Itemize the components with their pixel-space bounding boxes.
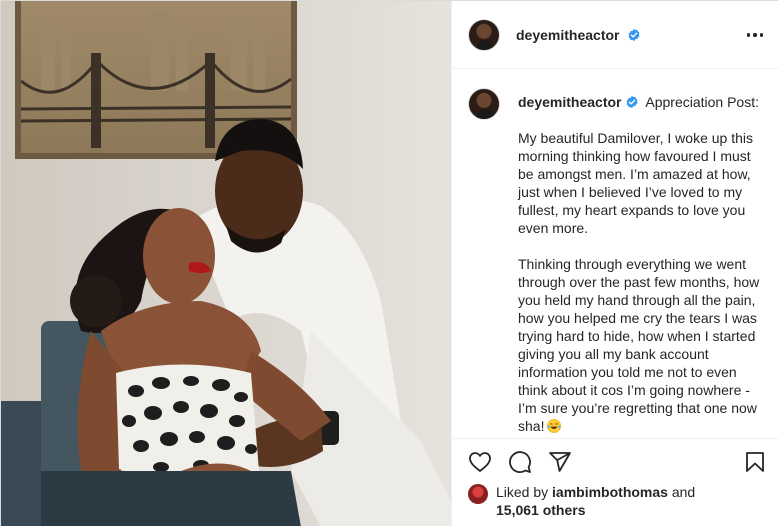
- share-button[interactable]: [540, 442, 580, 482]
- like-button[interactable]: [460, 442, 500, 482]
- post-actions: [452, 438, 778, 484]
- comment-icon: [509, 450, 531, 473]
- caption-head: deyemitheactor Appreciation Post:: [518, 93, 760, 111]
- laughing-tears-emoji: [547, 419, 562, 433]
- caption-title: Appreciation Post:: [645, 94, 759, 110]
- heart-icon: [469, 451, 491, 472]
- caption-paragraph-2-text: Thinking through everything we went thro…: [518, 256, 760, 434]
- likes-connector: and: [671, 484, 696, 500]
- save-button[interactable]: [735, 442, 775, 482]
- post-side-panel: deyemitheactor deyemitheactor Appreciati…: [451, 1, 778, 526]
- liker-avatar[interactable]: [468, 484, 488, 504]
- share-icon: [549, 451, 571, 472]
- likes-others-count[interactable]: 15,061 others: [496, 502, 586, 518]
- more-options-icon[interactable]: [743, 23, 767, 47]
- comments-section[interactable]: deyemitheactor Appreciation Post: My bea…: [452, 70, 778, 438]
- author-username[interactable]: deyemitheactor: [516, 27, 641, 43]
- caption-paragraph-2: Thinking through everything we went thro…: [518, 255, 760, 435]
- likes-text: Liked by iambimbothomas and 15,061 other…: [496, 483, 695, 519]
- liker-username[interactable]: iambimbothomas: [552, 484, 668, 500]
- caption-body: deyemitheactor Appreciation Post: My bea…: [518, 86, 760, 435]
- post-header: deyemitheactor: [452, 1, 778, 69]
- author-username-text[interactable]: deyemitheactor: [516, 27, 619, 43]
- author-avatar[interactable]: [468, 18, 500, 51]
- caption-author-avatar[interactable]: [468, 88, 500, 120]
- caption-author-username[interactable]: deyemitheactor: [518, 94, 621, 110]
- likes-prefix: Liked by: [496, 484, 549, 500]
- likes-summary: Liked by iambimbothomas and 15,061 other…: [468, 483, 768, 519]
- caption-paragraph-1: My beautiful Damilover, I woke up this m…: [518, 130, 753, 236]
- verified-badge-icon: [628, 28, 640, 41]
- instagram-post: deyemitheactor deyemitheactor Appreciati…: [0, 0, 778, 526]
- comment-button[interactable]: [500, 442, 540, 482]
- couple-photo: [1, 1, 451, 526]
- post-photo[interactable]: [1, 1, 451, 526]
- caption: deyemitheactor Appreciation Post: My bea…: [468, 86, 763, 435]
- bookmark-icon: [746, 452, 764, 472]
- verified-badge-icon: [627, 95, 638, 109]
